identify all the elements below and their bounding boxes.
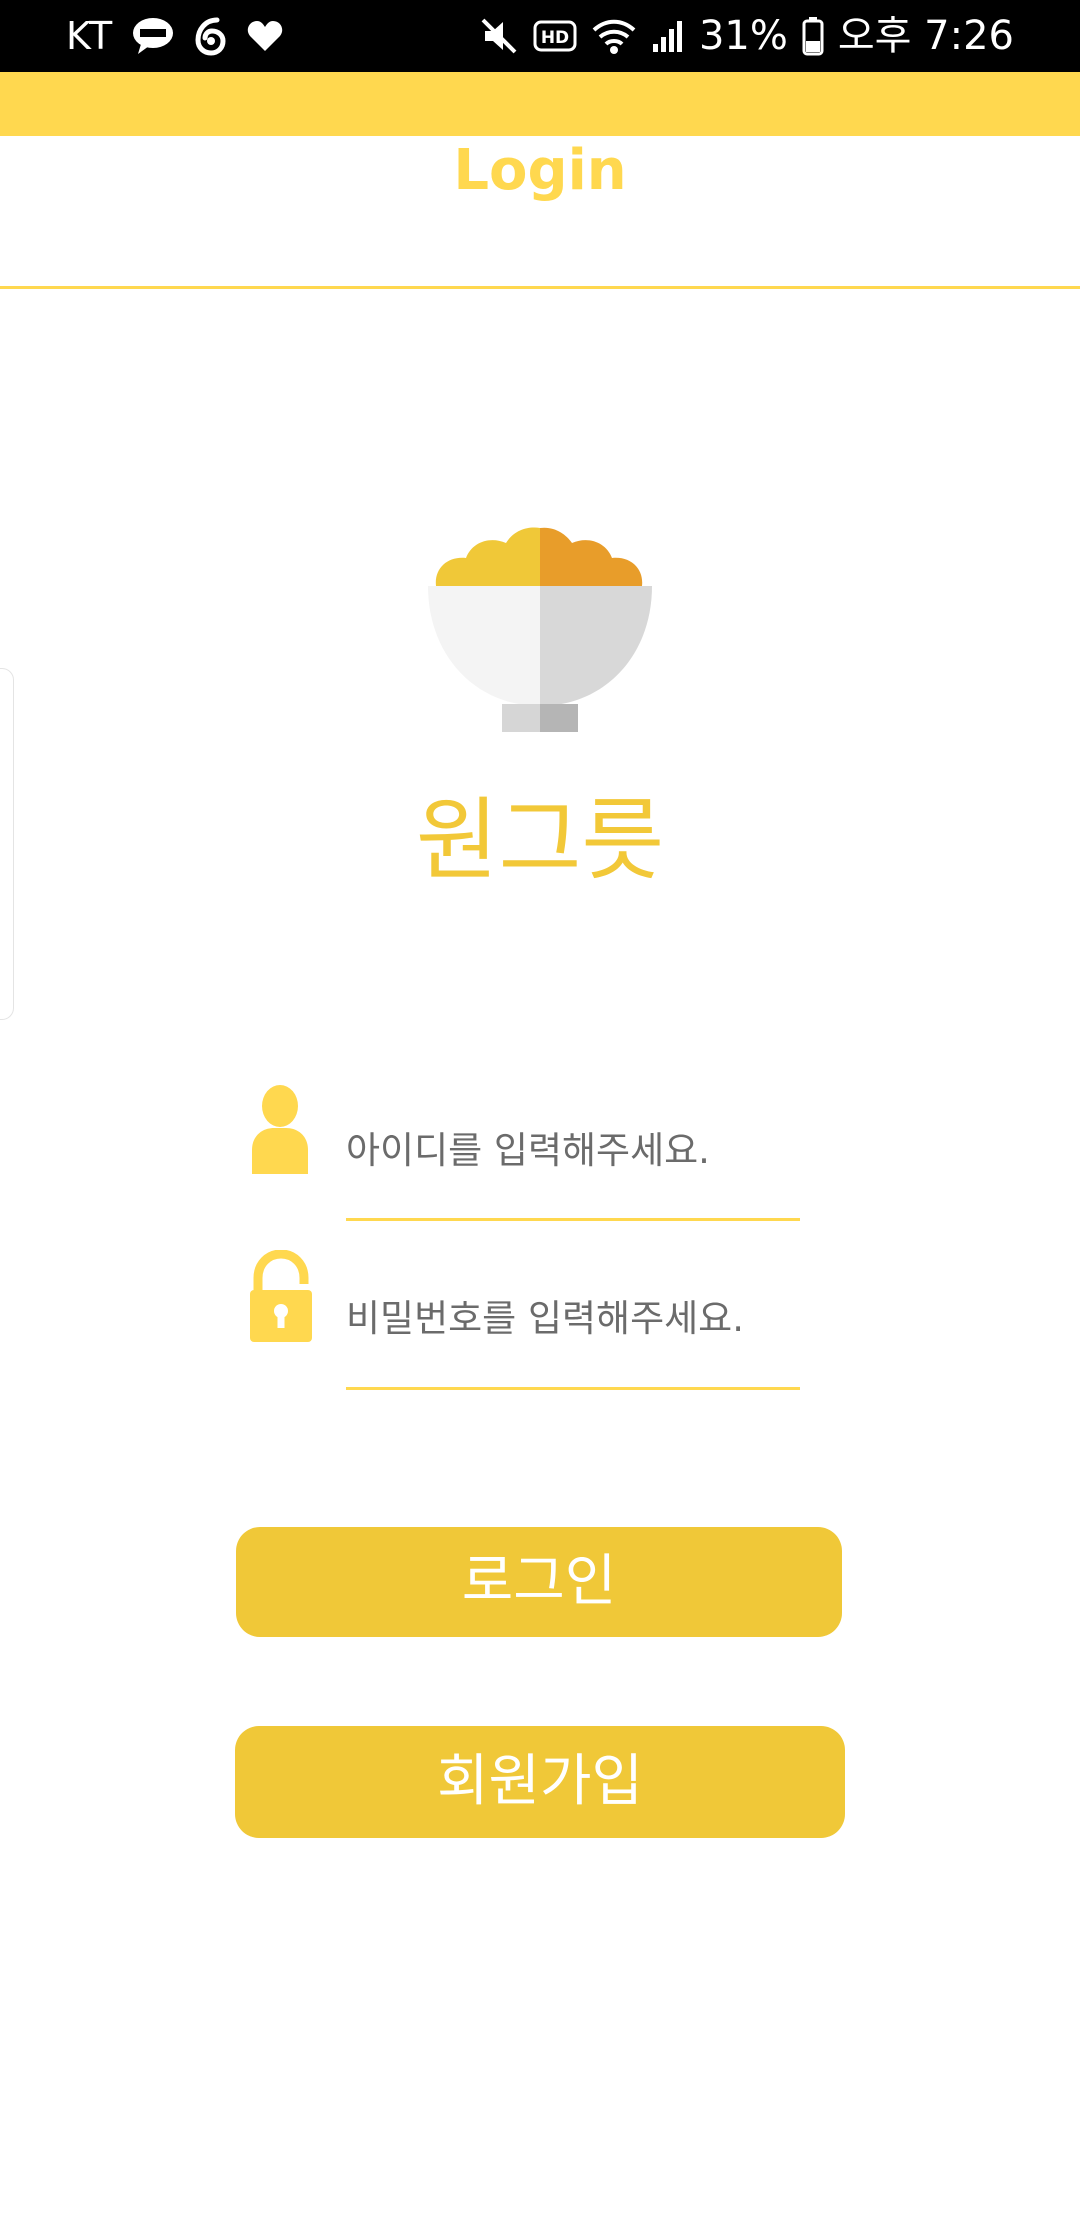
unlock-icon xyxy=(250,1250,312,1342)
header-divider xyxy=(0,286,1080,289)
heart-icon xyxy=(247,21,283,51)
wifi-icon xyxy=(592,19,636,54)
login-button[interactable]: 로그인 xyxy=(236,1527,842,1637)
user-icon xyxy=(252,1085,308,1174)
page-title: Login xyxy=(453,138,627,203)
app-name: 원그릇 xyxy=(415,788,665,893)
hd-voice-icon: HD xyxy=(533,20,577,52)
clock: 오후 7:26 xyxy=(837,13,1014,59)
carrier-label: KT xyxy=(66,14,114,58)
status-bar-left: KT xyxy=(66,0,283,72)
swirl-app-icon xyxy=(195,17,226,56)
signup-button[interactable]: 회원가입 xyxy=(235,1726,845,1838)
status-bar-right: HD 31% 오후 7:26 xyxy=(479,0,1014,72)
svg-text:HD: HD xyxy=(541,28,569,48)
id-input-underline xyxy=(346,1218,800,1221)
password-input[interactable] xyxy=(346,1286,798,1350)
battery-percent: 31% xyxy=(698,13,788,59)
rice-bowl-icon xyxy=(428,527,652,732)
id-input[interactable] xyxy=(346,1118,798,1182)
kakaotalk-icon xyxy=(133,18,174,54)
header: Login xyxy=(0,136,1080,286)
toolbar-accent-strip xyxy=(0,72,1080,136)
status-bar: KT HD 31% 오후 7:26 xyxy=(0,0,1080,72)
battery-icon xyxy=(802,17,824,56)
signal-icon xyxy=(652,21,682,52)
mute-icon xyxy=(481,18,517,54)
password-input-underline xyxy=(346,1387,800,1390)
